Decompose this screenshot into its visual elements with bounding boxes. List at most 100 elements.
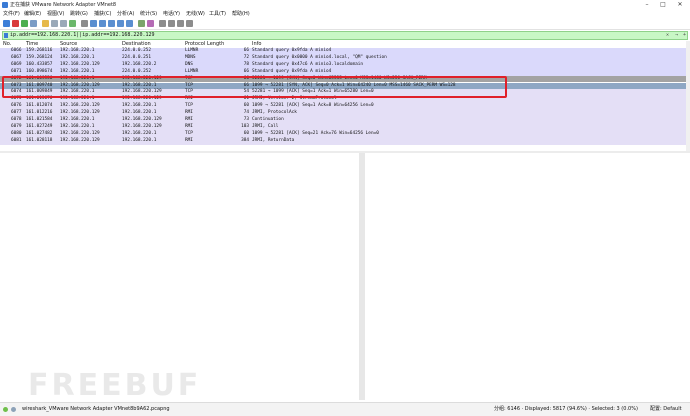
apply-filter-icon[interactable]: → <box>673 32 680 39</box>
packet-dst-cell: 224.0.0.251 <box>122 54 152 60</box>
packet-proto-cell: DNS <box>185 61 193 67</box>
go-back-icon[interactable] <box>90 20 97 27</box>
capture-options-icon[interactable] <box>30 20 37 27</box>
packet-len-cell: 78 <box>243 61 249 67</box>
packet-row[interactable]: 6066 159.268116 192.168.220.1 224.0.0.252 LL… <box>0 48 686 55</box>
capture-status-icon[interactable] <box>11 407 16 412</box>
packet-row[interactable]: 6079 161.027249 192.168.220.1 192.168.220.1… <box>0 123 686 131</box>
reload-file-icon[interactable] <box>69 20 76 27</box>
column-destination[interactable]: Destination <box>122 41 151 48</box>
add-filter-icon[interactable]: + <box>681 32 688 39</box>
last-packet-icon[interactable] <box>126 20 133 27</box>
minimize-icon[interactable]: – <box>640 0 654 10</box>
go-to-packet-icon[interactable] <box>108 20 115 27</box>
packet-list-scrollbar[interactable] <box>686 41 690 151</box>
close-file-icon[interactable] <box>60 20 67 27</box>
packet-list[interactable]: 6066 159.268116 192.168.220.1 224.0.0.252 LL… <box>0 48 686 150</box>
close-icon[interactable]: ✕ <box>673 0 687 10</box>
column-length[interactable]: Length <box>207 41 224 48</box>
autoscroll-icon[interactable] <box>138 20 145 27</box>
maximize-icon[interactable]: □ <box>656 0 670 10</box>
bookmark-icon[interactable] <box>4 33 8 38</box>
menu-help[interactable]: 帮助(H) <box>232 10 250 19</box>
packet-row[interactable]: 6081 161.028118 192.168.220.129 192.168.220… <box>0 137 686 145</box>
window-title: 正在捕获 VMware Network Adapter VMnet8 <box>10 2 117 8</box>
packet-row[interactable]: 6071 160.898674 192.168.220.1 224.0.0.252 LL… <box>0 68 686 76</box>
packet-row[interactable]: 6076 161.012074 192.168.220.129 192.168.220… <box>0 103 686 111</box>
open-file-icon[interactable] <box>42 20 49 27</box>
resize-columns-icon[interactable] <box>186 20 193 27</box>
packet-bytes-pane[interactable] <box>365 153 690 400</box>
menu-file[interactable]: 文件(F) <box>3 10 20 19</box>
packet-no-cell: 6069 <box>11 61 22 67</box>
packet-no-cell: 6071 <box>11 68 22 74</box>
packet-len-cell: 74 <box>243 110 249 116</box>
find-packet-icon[interactable] <box>81 20 88 27</box>
packet-time-cell: 161.012216 <box>26 110 53 116</box>
menu-edit[interactable]: 编辑(E) <box>24 10 41 19</box>
packet-no-cell: 6079 <box>11 123 22 129</box>
menu-tools[interactable]: 工具(T) <box>209 10 226 19</box>
clear-filter-icon[interactable]: ✕ <box>664 32 671 39</box>
expert-info-icon[interactable] <box>3 407 8 412</box>
packet-proto-cell: RMI <box>185 137 193 143</box>
packet-src-cell: 192.168.220.1 <box>60 48 95 53</box>
packet-row[interactable]: 6078 161.021584 192.168.220.1 192.168.220.1… <box>0 117 686 124</box>
menu-statistics[interactable]: 统计(S) <box>140 10 157 19</box>
start-capture-icon[interactable] <box>3 20 10 27</box>
packet-time-cell: 161.028118 <box>26 137 53 143</box>
display-filter-input[interactable]: ip.addr==192.168.220.1||ip.addr==192.168… <box>2 31 688 40</box>
packet-row[interactable]: 6067 159.268124 192.168.220.1 224.0.0.251 MD… <box>0 54 686 62</box>
stop-capture-icon[interactable] <box>12 20 19 27</box>
packet-info-cell: JRMI, ReturnData <box>252 137 295 143</box>
save-file-icon[interactable] <box>51 20 58 27</box>
wireshark-icon <box>2 2 8 8</box>
first-packet-icon[interactable] <box>117 20 124 27</box>
packet-info-cell: Standard query 0x47c6 A minio3.localdoma… <box>252 61 364 67</box>
packet-row[interactable]: 6069 160.433857 192.168.220.129 192.168.220… <box>0 61 686 69</box>
packet-info-cell: 1099 → 52281 [ACK] Seq=21 Ack=76 Win=642… <box>252 130 379 136</box>
zoom-reset-icon[interactable] <box>177 20 184 27</box>
packet-info-cell: Continuation <box>252 117 284 122</box>
packet-src-cell: 192.168.220.129 <box>60 61 100 67</box>
menu-go[interactable]: 跳转(G) <box>70 10 88 19</box>
packet-len-cell: 384 <box>241 137 249 143</box>
packet-no-cell: 6080 <box>11 130 22 136</box>
status-bar: wireshark_VMware Network Adapter VMnet8b… <box>0 402 690 416</box>
packet-no-cell: 6078 <box>11 117 22 122</box>
packet-no-cell: 6067 <box>11 54 22 60</box>
packet-time-cell: 161.021584 <box>26 117 53 122</box>
zoom-out-icon[interactable] <box>168 20 175 27</box>
column-info[interactable]: Info <box>252 41 261 48</box>
packet-row[interactable]: 6077 161.012216 192.168.220.129 192.168.220… <box>0 110 686 117</box>
colorize-icon[interactable] <box>147 20 154 27</box>
packet-proto-cell: RMI <box>185 123 193 129</box>
profile-label[interactable]: 配置: Default <box>650 403 682 415</box>
column-no[interactable]: No. <box>3 41 11 48</box>
go-forward-icon[interactable] <box>99 20 106 27</box>
menu-telephony[interactable]: 电话(Y) <box>163 10 180 19</box>
menu-analyze[interactable]: 分析(A) <box>117 10 134 19</box>
packet-proto-cell: MDNS <box>185 54 196 60</box>
menu-view[interactable]: 视图(V) <box>47 10 64 19</box>
packet-dst-cell: 192.168.220.1 <box>122 137 157 143</box>
menu-capture[interactable]: 捕获(C) <box>94 10 111 19</box>
restart-capture-icon[interactable] <box>21 20 28 27</box>
packet-dst-cell: 192.168.220.1 <box>122 130 157 136</box>
packet-details-pane[interactable] <box>0 153 359 400</box>
packet-src-cell: 192.168.220.1 <box>60 54 95 60</box>
zoom-in-icon[interactable] <box>159 20 166 27</box>
packet-len-cell: 60 <box>243 130 249 136</box>
packet-row[interactable]: 6080 161.027482 192.168.220.129 192.168.220… <box>0 130 686 138</box>
column-source[interactable]: Source <box>60 41 77 48</box>
menu-wireless[interactable]: 无线(W) <box>186 10 205 19</box>
packet-dst-cell: 224.0.0.252 <box>122 68 152 74</box>
column-time[interactable]: Time <box>26 41 38 48</box>
packet-dst-cell: 192.168.220.129 <box>122 117 162 122</box>
packet-dst-cell: 192.168.220.129 <box>122 123 162 129</box>
column-protocol[interactable]: Protocol <box>185 41 205 48</box>
packet-proto-cell: LLMNR <box>185 68 199 74</box>
packet-time-cell: 161.027249 <box>26 123 53 129</box>
packet-dst-cell: 192.168.220.2 <box>122 61 157 67</box>
packet-time-cell: 159.268124 <box>26 54 53 60</box>
